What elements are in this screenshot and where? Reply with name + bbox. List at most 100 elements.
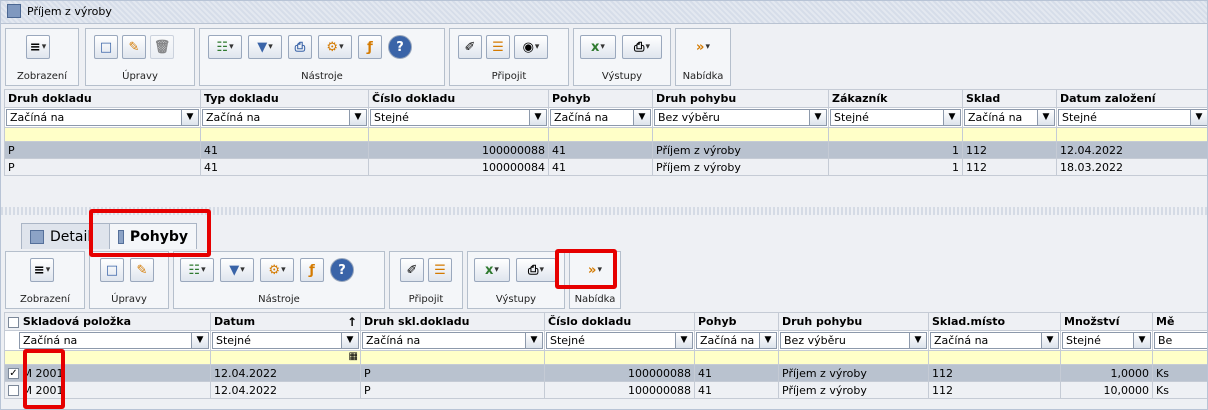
filter-select[interactable]: Stejné ▼ — [546, 332, 693, 349]
edit-document-icon[interactable]: ✎ — [130, 258, 154, 282]
filter-select[interactable]: Bez výběru ▼ — [654, 109, 827, 126]
calendar-icon[interactable]: ▦ — [349, 352, 358, 363]
settings-icon[interactable]: ⚙ — [260, 258, 294, 282]
print-icon[interactable]: ⎙ — [516, 258, 556, 282]
bottom-grid-filter-row: Začíná na ▼ Stejné ▼ Začíná na ▼ Stejné ▼ Za… — [4, 330, 1207, 351]
dropdown-arrow-icon[interactable]: ▼ — [1041, 333, 1058, 348]
filter-select[interactable]: Začíná na ▼ — [930, 332, 1059, 349]
function-icon[interactable]: ƒ — [358, 35, 382, 59]
print-icon[interactable]: ⎙ — [622, 35, 662, 59]
filter-select[interactable]: Stejné ▼ — [370, 109, 547, 126]
column-header[interactable]: Sklad.místo — [928, 312, 1061, 331]
column-header[interactable]: Pohyb — [548, 89, 653, 108]
filter-select[interactable]: Be — [1154, 332, 1207, 349]
dropdown-arrow-icon[interactable]: ▼ — [525, 333, 542, 348]
table-row[interactable]: P 41 100000088 41 Příjem z výroby 1 112 … — [4, 141, 1207, 159]
attach-note-icon[interactable]: ✐ — [400, 258, 424, 282]
table-row[interactable]: P 41 100000084 41 Příjem z výroby 1 112 … — [4, 158, 1207, 176]
column-header[interactable]: Množství — [1060, 312, 1153, 331]
filter-select[interactable]: Začíná na ▼ — [964, 109, 1055, 126]
filter-select[interactable]: Začíná na ▼ — [362, 332, 543, 349]
dropdown-arrow-icon[interactable]: ▼ — [191, 333, 208, 348]
splitter[interactable] — [1, 207, 1207, 215]
dropdown-arrow-icon[interactable]: ▼ — [909, 333, 926, 348]
excel-export-icon[interactable]: x — [580, 35, 616, 59]
columns-icon[interactable]: ☷ — [180, 258, 214, 282]
attach-list-icon[interactable]: ☰ — [428, 258, 452, 282]
dropdown-arrow-icon[interactable]: ▼ — [1133, 333, 1150, 348]
toolbar-group-upravy: □ ✎ 🗑 Úpravy — [85, 28, 195, 86]
column-header[interactable]: Sklad — [962, 89, 1057, 108]
filter-select[interactable]: Stejné ▼ — [212, 332, 359, 349]
filter-select[interactable]: Začíná na ▼ — [550, 109, 651, 126]
column-header[interactable]: Pohyb — [694, 312, 779, 331]
column-header[interactable]: Číslo dokladu — [544, 312, 695, 331]
delete-icon[interactable]: 🗑 — [150, 35, 174, 59]
excel-export-icon[interactable]: x — [474, 258, 510, 282]
toolbar-group-nastroje: ☷ ▼ ⎙ ⚙ ƒ ? Nástroje — [199, 28, 445, 86]
dropdown-arrow-icon[interactable]: ▼ — [943, 110, 960, 125]
bottom-grid-filter-input-row[interactable]: ▦ — [4, 350, 1207, 365]
dropdown-arrow-icon[interactable]: ▼ — [181, 110, 198, 125]
dropdown-arrow-icon[interactable]: ▼ — [633, 110, 650, 125]
row-checkbox[interactable] — [8, 385, 19, 396]
columns-icon[interactable]: ☷ — [208, 35, 242, 59]
dropdown-arrow-icon[interactable]: ▼ — [1037, 110, 1054, 125]
table-row[interactable]: M 2001 12.04.2022 P 100000088 41 Příjem … — [4, 381, 1207, 399]
attach-note-icon[interactable]: ✐ — [458, 35, 482, 59]
attach-list-icon[interactable]: ☰ — [486, 35, 510, 59]
filter-select[interactable]: Začíná na ▼ — [6, 109, 199, 126]
filter-select[interactable]: Stejné ▼ — [830, 109, 961, 126]
print-layout-icon[interactable]: ⎙ — [288, 35, 312, 59]
column-header[interactable]: Druh pohybu — [652, 89, 829, 108]
help-icon[interactable]: ? — [388, 35, 412, 59]
column-header[interactable]: Datum ↑ — [210, 312, 361, 331]
tab-detail[interactable]: Detail — [21, 223, 117, 249]
function-icon[interactable]: ƒ — [300, 258, 324, 282]
toolbar-group-nabidka: » Nabídka — [675, 28, 731, 86]
dropdown-arrow-icon[interactable]: ▼ — [349, 110, 366, 125]
view-icon[interactable]: ≡ — [26, 35, 50, 59]
dropdown-arrow-icon[interactable]: ▼ — [529, 110, 546, 125]
dropdown-arrow-icon[interactable]: ▼ — [1190, 110, 1207, 125]
sort-asc-icon[interactable]: ↑ — [347, 315, 357, 329]
offer-menu-icon[interactable]: » — [576, 258, 614, 282]
column-header[interactable]: Druh dokladu — [4, 89, 201, 108]
column-header[interactable]: Druh pohybu — [778, 312, 929, 331]
dropdown-arrow-icon[interactable]: ▼ — [809, 110, 826, 125]
row-checkbox[interactable]: ✓ — [8, 368, 19, 379]
help-icon[interactable]: ? — [330, 258, 354, 282]
filter-select[interactable]: Začíná na ▼ — [202, 109, 367, 126]
filter-icon[interactable]: ▼ — [248, 35, 282, 59]
settings-icon[interactable]: ⚙ — [318, 35, 352, 59]
column-header[interactable]: Zákazník — [828, 89, 963, 108]
filter-select[interactable]: Bez výběru ▼ — [780, 332, 927, 349]
column-header[interactable]: Skladová položka — [4, 312, 211, 331]
warehouse-icon — [118, 229, 124, 244]
table-row[interactable]: ✓ M 2001 12.04.2022 P 100000088 41 Příje… — [4, 364, 1207, 382]
attach-object-icon[interactable]: ◉ — [514, 35, 548, 59]
column-header[interactable]: Mě — [1152, 312, 1207, 331]
tab-pohyby[interactable]: Pohyby — [109, 223, 197, 249]
select-all-checkbox[interactable] — [8, 316, 19, 328]
column-header[interactable]: Datum založení — [1056, 89, 1207, 108]
edit-document-icon[interactable]: ✎ — [122, 35, 146, 59]
filter-select[interactable]: Stejné ▼ — [1062, 332, 1151, 349]
view-icon[interactable]: ≡ — [30, 258, 54, 282]
window-icon — [7, 4, 21, 18]
column-header[interactable]: Druh skl.dokladu — [360, 312, 545, 331]
top-grid-filter-input-row[interactable] — [4, 127, 1207, 142]
toolbar-group-vystupy: x ⎙ Výstupy — [573, 28, 671, 86]
offer-menu-icon[interactable]: » — [684, 35, 722, 59]
dropdown-arrow-icon[interactable]: ▼ — [341, 333, 358, 348]
filter-select[interactable]: Stejné ▼ — [1058, 109, 1207, 126]
column-header[interactable]: Číslo dokladu — [368, 89, 549, 108]
filter-select[interactable]: Začíná na ▼ — [19, 332, 209, 349]
dropdown-arrow-icon[interactable]: ▼ — [675, 333, 692, 348]
column-header[interactable]: Typ dokladu — [200, 89, 369, 108]
filter-select[interactable]: Začíná na ▼ — [696, 332, 777, 349]
dropdown-arrow-icon[interactable]: ▼ — [759, 333, 776, 348]
filter-icon[interactable]: ▼ — [220, 258, 254, 282]
new-document-icon[interactable]: □ — [94, 35, 118, 59]
new-document-icon[interactable]: □ — [100, 258, 124, 282]
